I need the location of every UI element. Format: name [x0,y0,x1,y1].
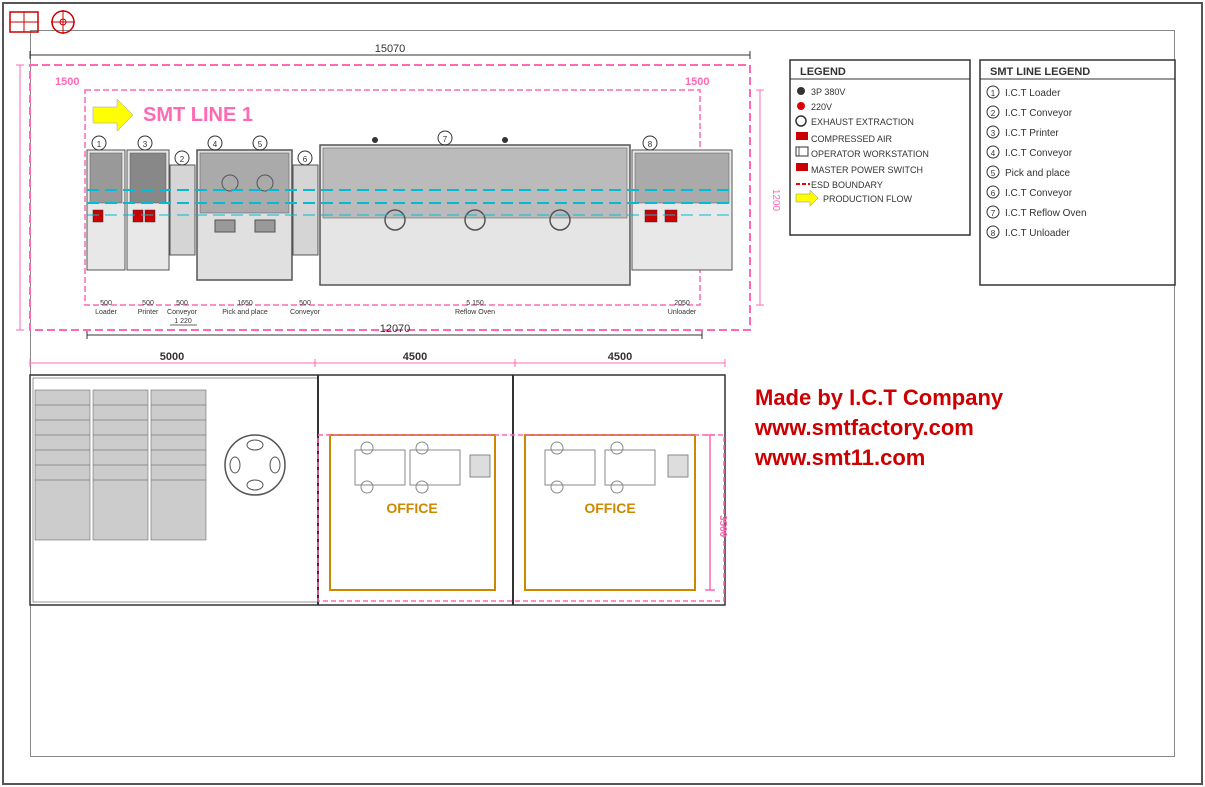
crosshair-icon [49,8,77,36]
main-drawing: 15070 1200 4500 1500 1500 SMT LINE 1 500… [15,35,1195,665]
office1-label: OFFICE [386,500,437,516]
dim-4500b: 4500 [608,351,632,363]
svg-text:2: 2 [991,109,996,118]
svg-text:6: 6 [991,189,996,198]
smt-item-3: I.C.T Printer [1005,128,1059,139]
smt-legend-title: SMT LINE LEGEND [990,66,1090,78]
equip-label-unloader: 2050 [674,300,690,307]
legend-masterpower: MASTER POWER SWITCH [811,165,923,175]
smt-item-6: I.C.T Conveyor [1005,188,1073,199]
legend-workstation: OPERATOR WORKSTATION [811,149,929,159]
smt-item-2: I.C.T Conveyor [1005,108,1073,119]
equip-dim-conv2: Conveyor [290,309,321,316]
smt-item-8: I.C.T Unloader [1005,228,1071,239]
made-by-line2: www.smtfactory.com [754,415,974,440]
smt-item-7: I.C.T Reflow Oven [1005,208,1087,219]
legend-title: LEGEND [800,66,846,78]
smt-item-4: I.C.T Conveyor [1005,148,1073,159]
top-left-icons [8,8,77,36]
equip-label-conv1: 500 [176,300,188,307]
dim-12070: 12070 [380,323,411,335]
smt-item-5: Pick and place [1005,168,1070,179]
dim-5000: 5000 [160,351,184,363]
svg-text:5: 5 [258,140,263,149]
svg-text:7: 7 [443,135,448,144]
svg-text:6: 6 [303,155,308,164]
svg-text:4: 4 [991,149,996,158]
dim-1500-left: 1500 [55,76,79,88]
equip-dim-printer: Printer [138,309,159,316]
equip-label-pnp: 1650 [237,300,253,307]
smt-item-1: I.C.T Loader [1005,88,1061,99]
legend-compressed: COMPRESSED AIR [811,134,893,144]
office2-label: OFFICE [584,500,635,516]
dim-3500: 3500 [717,515,728,538]
svg-text:8: 8 [991,229,996,238]
equip-label-printer: 500 [142,300,154,307]
equip-label-reflow: 5 150 [466,300,484,307]
equip-dim-unloader: Unloader [668,309,697,316]
dim-1220: 1 220 [174,318,192,325]
made-by-line3: www.smt11.com [754,445,925,470]
smt-line-title: SMT LINE 1 [143,104,253,126]
equip-dim-loader: Loader [95,309,117,316]
equip-label-loader: 500 [100,300,112,307]
equip-dim-pnp: Pick and place [222,309,268,316]
equip-label-conv2: 500 [299,300,311,307]
svg-text:4: 4 [213,140,218,149]
dim-4500a: 4500 [403,351,427,363]
svg-text:3: 3 [143,140,148,149]
svg-text:2: 2 [180,155,185,164]
svg-text:1: 1 [97,140,102,149]
legend-220v: 220V [811,102,832,112]
svg-text:1: 1 [991,89,996,98]
equip-dim-conv1: Conveyor [167,309,198,316]
svg-text:8: 8 [648,140,653,149]
dim-1200: 1200 [770,189,781,212]
svg-text:5: 5 [991,169,996,178]
made-by-line1: Made by I.C.T Company [755,385,1004,410]
equip-dim-reflow: Reflow Oven [455,309,495,316]
dim-15070: 15070 [375,43,406,55]
legend-production: PRODUCTION FLOW [823,194,913,204]
legend-3p: 3P 380V [811,87,845,97]
rectangle-icon [8,8,43,36]
legend-esd: ESD BOUNDARY [811,180,883,190]
svg-text:3: 3 [991,129,996,138]
dim-1500-right: 1500 [685,76,709,88]
legend-exhaust: EXHAUST EXTRACTION [811,117,914,127]
svg-text:7: 7 [991,209,996,218]
